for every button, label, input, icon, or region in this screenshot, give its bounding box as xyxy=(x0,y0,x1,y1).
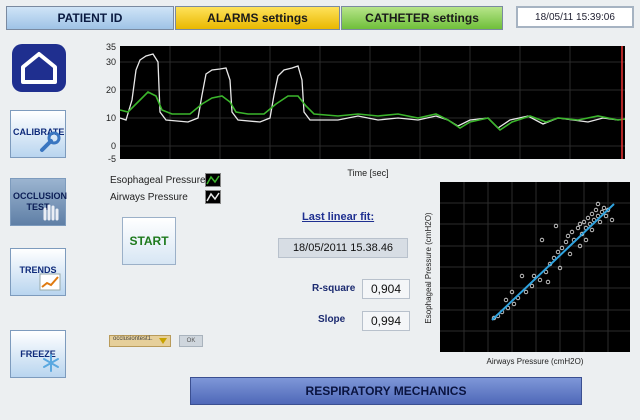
y-tick-35: 35 xyxy=(106,42,116,52)
tab-catheter-settings[interactable]: CATHETER settings xyxy=(341,6,503,30)
trends-button[interactable]: TRENDS xyxy=(10,248,66,296)
slope-label: Slope xyxy=(318,314,346,325)
legend-airways-label: Airways Pressure xyxy=(110,192,188,203)
slope-value: 0,994 xyxy=(362,311,410,331)
last-fit-date: 18/05/2011 15.38.46 xyxy=(278,238,408,258)
wrench-icon xyxy=(40,131,61,152)
tab-patient-id[interactable]: PATIENT ID xyxy=(6,6,174,30)
respiratory-mechanics-button[interactable]: RESPIRATORY MECHANICS xyxy=(190,377,582,405)
occlusion-test-button[interactable]: OCCLUSION TEST xyxy=(10,178,67,226)
y-tick-0: 0 xyxy=(111,141,116,151)
y-tick-30: 30 xyxy=(106,57,116,67)
home-button[interactable] xyxy=(12,44,66,92)
legend-esophageal-swatch xyxy=(205,173,221,187)
clock-display: 18/05/11 15:39:06 xyxy=(516,6,634,28)
scatter-y-label: Esophageal Pressure (cmH2O) xyxy=(424,212,433,323)
legend-airways: Airways Pressure xyxy=(110,190,221,204)
hand-icon xyxy=(43,204,59,221)
ok-button[interactable]: OK xyxy=(179,335,203,347)
y-tick-neg5: -5 xyxy=(108,154,116,164)
start-button[interactable]: START xyxy=(122,217,176,265)
calibrate-button[interactable]: CALIBRATE xyxy=(10,110,66,158)
legend-esophageal-label: Esophageal Pressure xyxy=(110,175,206,186)
dropdown-arrow-icon xyxy=(159,338,167,344)
r-square-label: R-square xyxy=(312,283,356,294)
last-fit-title: Last linear fit: xyxy=(302,211,375,223)
trend-chart-icon xyxy=(39,273,61,291)
home-icon xyxy=(21,52,57,84)
legend-airways-swatch xyxy=(205,190,221,204)
occlusion-test-select[interactable]: occlusiontest1. xyxy=(109,335,171,347)
y-tick-20: 20 xyxy=(106,85,116,95)
tab-alarms-settings[interactable]: ALARMS settings xyxy=(175,6,340,30)
r-square-value: 0,904 xyxy=(362,279,410,299)
pressure-waveform-chart: 35 30 20 10 0 -5 Time [sec] xyxy=(98,40,630,180)
pressure-correlation-plot: Esophageal Pressure (cmH2O) Airways Pres… xyxy=(422,180,634,375)
waveform-x-label: Time [sec] xyxy=(347,168,388,178)
snowflake-icon xyxy=(43,354,59,372)
scatter-x-label: Airways Pressure (cmH2O) xyxy=(487,357,584,366)
y-tick-10: 10 xyxy=(106,113,116,123)
legend-esophageal: Esophageal Pressure xyxy=(110,173,221,187)
occlusion-test-select-value: occlusiontest1. xyxy=(113,336,153,342)
waveform-plot-area xyxy=(120,46,625,159)
freeze-button[interactable]: FREEZE xyxy=(10,330,66,378)
